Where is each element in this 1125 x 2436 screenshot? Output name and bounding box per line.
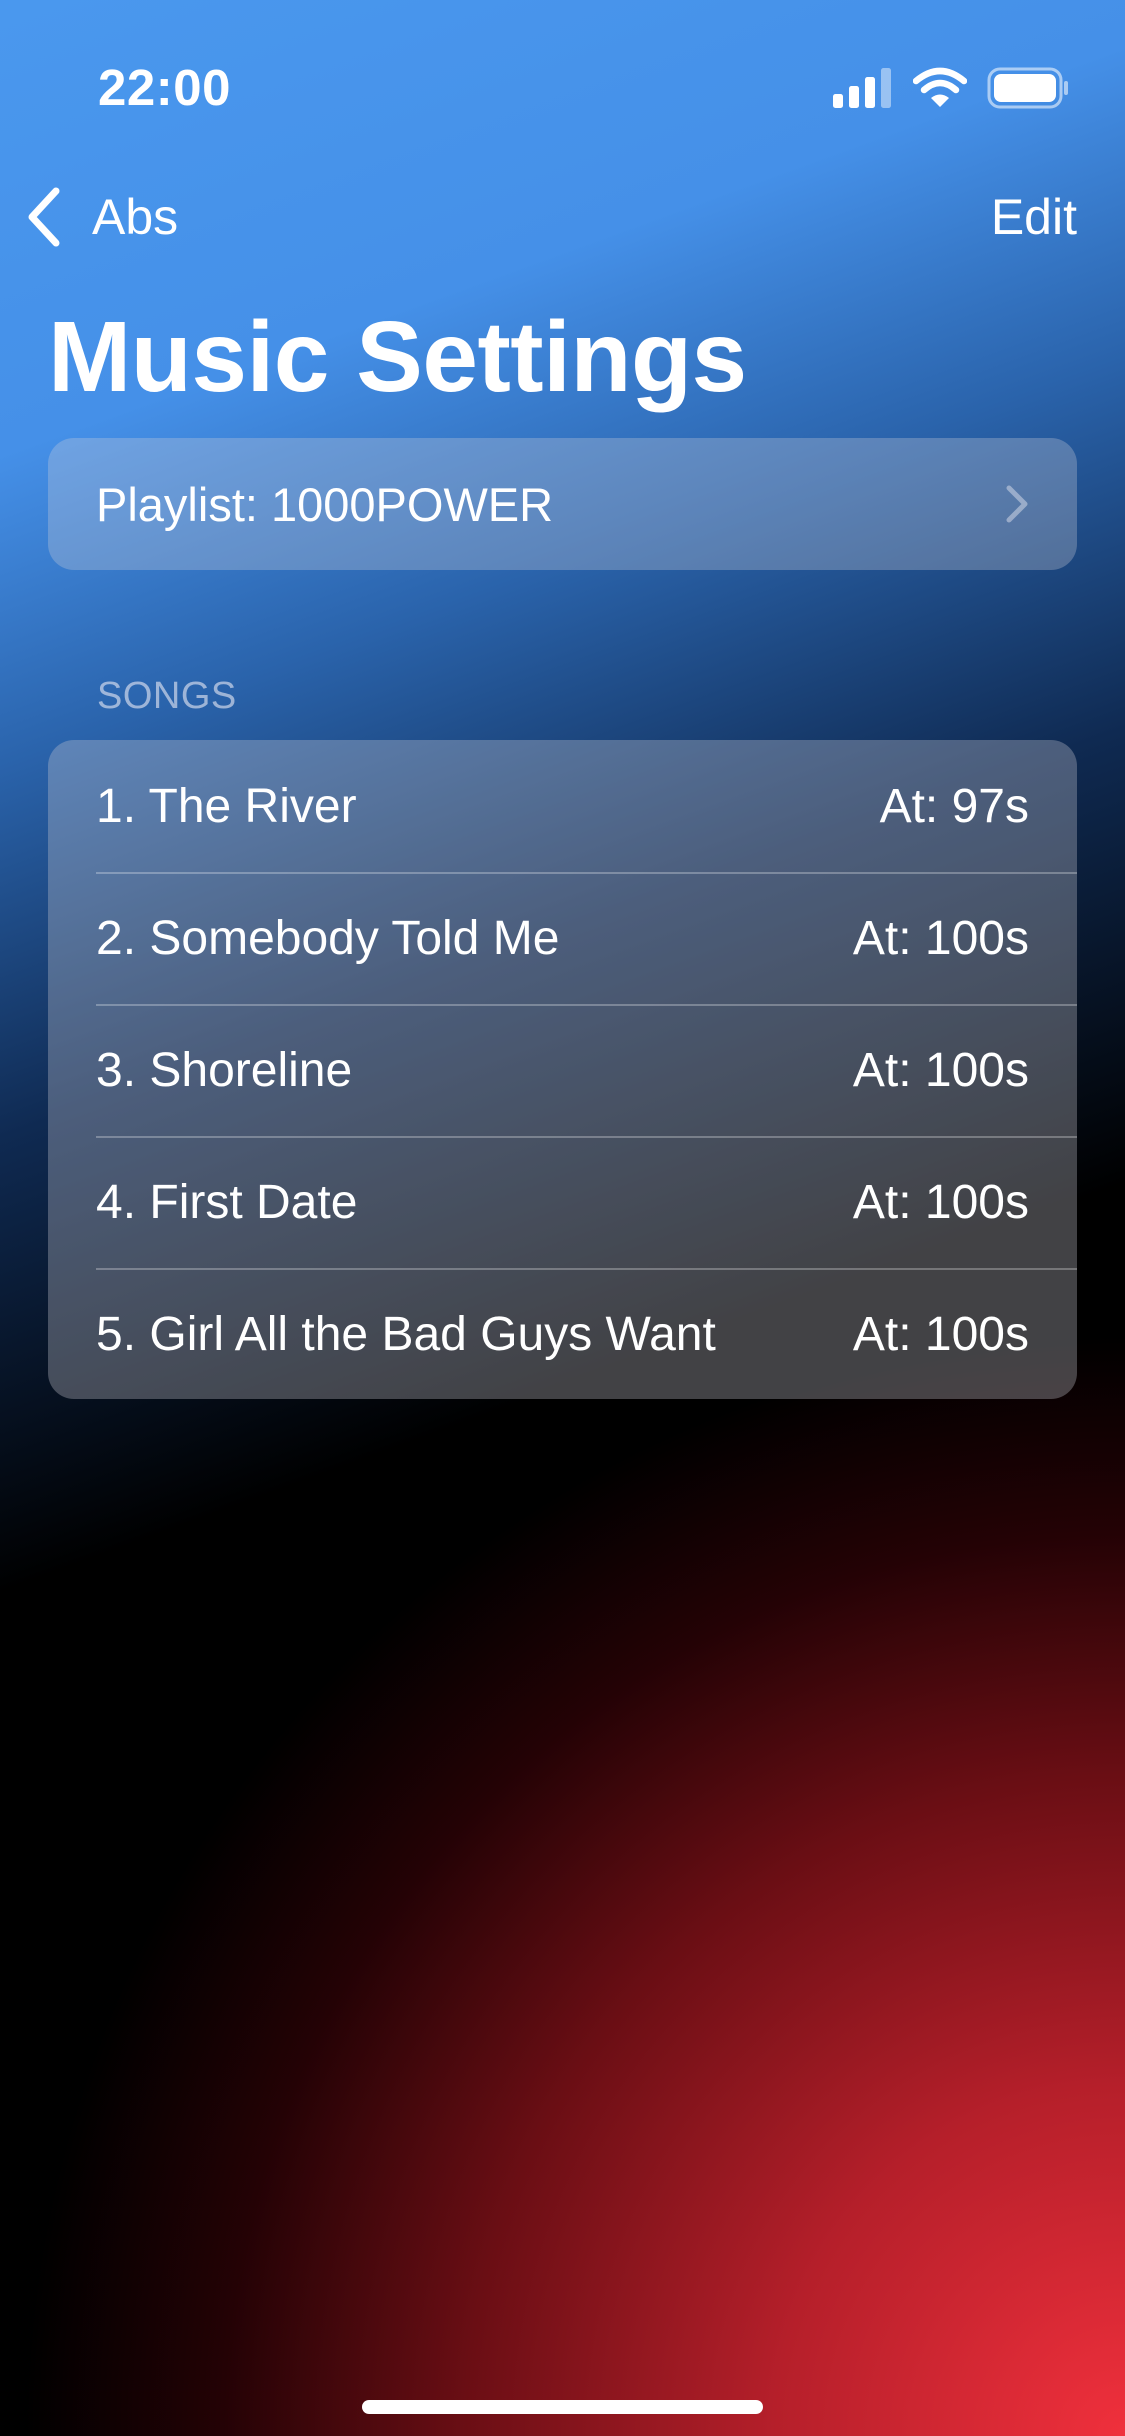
battery-icon <box>987 67 1068 109</box>
playlist-row[interactable]: Playlist: 1000POWER <box>48 438 1077 570</box>
chevron-left-icon <box>28 187 60 247</box>
chevron-right-icon <box>1006 485 1028 523</box>
back-button[interactable]: Abs <box>24 182 178 252</box>
songs-section-header: SONGS <box>97 675 237 717</box>
song-start-time: At: 97s <box>879 779 1029 833</box>
song-start-time: At: 100s <box>852 1043 1029 1097</box>
song-row[interactable]: 3. Shoreline At: 100s <box>48 1004 1077 1136</box>
song-row[interactable]: 2. Somebody Told Me At: 100s <box>48 872 1077 1004</box>
song-title: 5. Girl All the Bad Guys Want <box>96 1307 716 1361</box>
status-time: 22:00 <box>98 59 231 116</box>
song-title: 3. Shoreline <box>96 1043 353 1097</box>
song-title: 1. The River <box>96 779 357 833</box>
song-start-time: At: 100s <box>852 1307 1029 1361</box>
status-icons <box>833 66 1069 110</box>
back-button-label: Abs <box>92 189 179 245</box>
edit-button[interactable]: Edit <box>991 182 1077 252</box>
home-indicator[interactable] <box>362 2400 763 2414</box>
song-title: 4. First Date <box>96 1175 358 1229</box>
song-row[interactable]: 1. The River At: 97s <box>48 740 1077 872</box>
wifi-icon <box>913 67 967 107</box>
song-title: 2. Somebody Told Me <box>96 911 560 965</box>
song-start-time: At: 100s <box>852 1175 1029 1229</box>
playlist-label: Playlist: 1000POWER <box>96 477 554 531</box>
song-start-time: At: 100s <box>852 911 1029 965</box>
cellular-signal-icon <box>833 68 891 108</box>
songs-list: 1. The River At: 97s 2. Somebody Told Me… <box>48 740 1077 1399</box>
song-row[interactable]: 4. First Date At: 100s <box>48 1136 1077 1268</box>
page-title: Music Settings <box>48 301 747 413</box>
playlist-card: Playlist: 1000POWER <box>48 438 1077 570</box>
song-row[interactable]: 5. Girl All the Bad Guys Want At: 100s <box>48 1268 1077 1399</box>
